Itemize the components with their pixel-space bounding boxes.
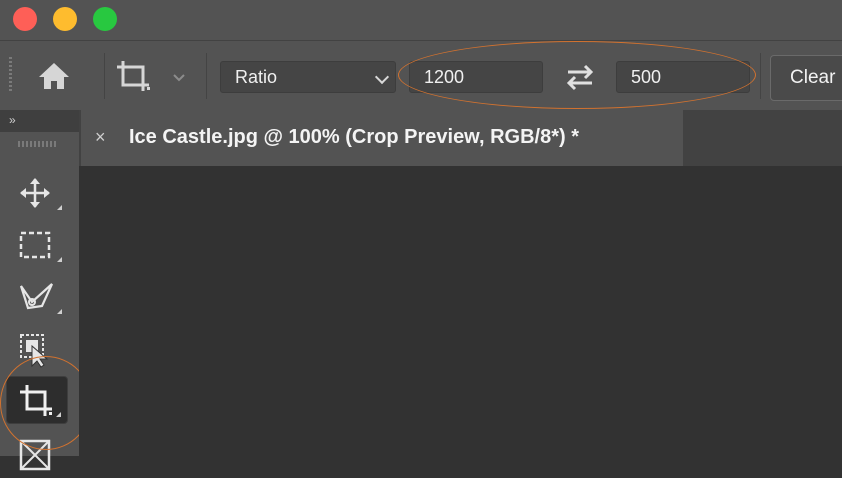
ratio-select-value: Ratio	[235, 67, 278, 87]
chevron-down-icon	[374, 69, 390, 85]
close-icon[interactable]: ×	[95, 127, 106, 148]
document-tab-title: Ice Castle.jpg @ 100% (Crop Preview, RGB…	[129, 126, 580, 148]
tool-flyout-indicator	[57, 257, 62, 262]
home-icon	[39, 63, 69, 89]
window-minimize-button[interactable]	[53, 7, 77, 31]
swap-arrows-icon	[566, 64, 594, 91]
crop-width-value: 1200	[424, 67, 465, 87]
ratio-select[interactable]: Ratio	[220, 61, 396, 93]
home-button[interactable]	[36, 60, 72, 92]
swap-dimensions-button[interactable]	[560, 61, 600, 93]
polygonal-lasso-icon	[19, 283, 54, 310]
crop-width-input[interactable]: 1200	[409, 61, 543, 93]
window-close-button[interactable]	[13, 7, 37, 31]
object-selection-icon	[20, 334, 49, 368]
frame-icon	[19, 439, 51, 471]
options-bar: Ratio 1200 500 Clear	[0, 40, 842, 110]
lasso-tool[interactable]	[6, 272, 68, 320]
marquee-tool[interactable]	[6, 220, 68, 268]
move-icon	[20, 178, 50, 208]
frame-tool[interactable]	[6, 430, 68, 478]
window-maximize-button[interactable]	[93, 7, 117, 31]
crop-height-input[interactable]: 500	[616, 61, 750, 93]
tool-flyout-indicator	[57, 309, 62, 314]
chevron-down-icon	[173, 74, 185, 82]
tool-preset-picker[interactable]	[114, 57, 194, 97]
tools-panel: »	[0, 110, 79, 471]
object-selection-tool[interactable]	[6, 324, 68, 372]
crop-icon	[20, 385, 52, 416]
tool-flyout-indicator	[56, 412, 61, 417]
document-tab-strip: × Ice Castle.jpg @ 100% (Crop Preview, R…	[79, 110, 842, 166]
canvas-area[interactable]	[79, 166, 842, 456]
document-tab[interactable]: × Ice Castle.jpg @ 100% (Crop Preview, R…	[81, 110, 683, 166]
title-bar	[0, 0, 842, 40]
rectangular-marquee-icon	[19, 231, 51, 259]
tools-panel-grip[interactable]	[18, 141, 56, 147]
tool-flyout-indicator	[57, 205, 62, 210]
crop-icon	[117, 61, 150, 91]
options-bar-grip[interactable]	[9, 57, 12, 93]
tools-panel-collapse[interactable]: »	[0, 110, 79, 132]
crop-tool[interactable]	[6, 376, 68, 424]
crop-height-value: 500	[631, 67, 662, 87]
clear-button[interactable]: Clear	[770, 55, 842, 101]
move-tool[interactable]	[6, 168, 68, 216]
